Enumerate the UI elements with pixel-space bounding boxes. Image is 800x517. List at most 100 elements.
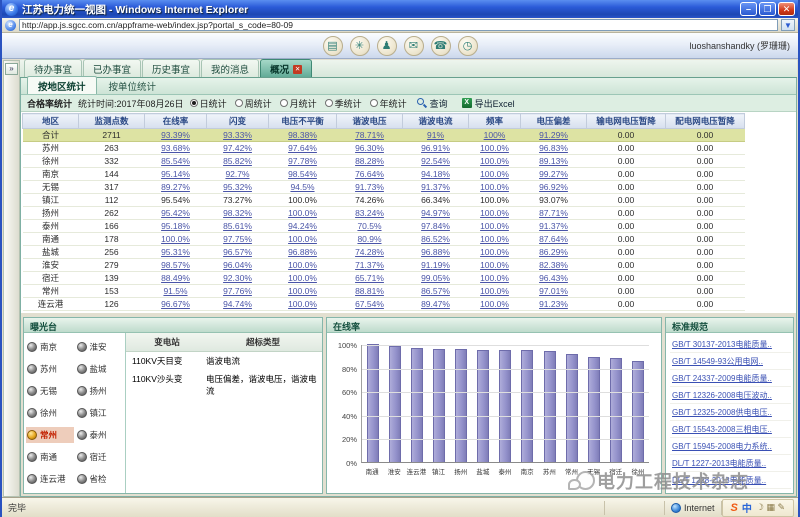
standard-link[interactable]: GB/T 30137-2013电能质量.. (670, 336, 791, 353)
metric-link[interactable]: 98.32% (223, 208, 252, 218)
metric-link[interactable]: 100.0% (480, 156, 509, 166)
metric-link[interactable]: 95.32% (223, 182, 252, 192)
period-radio[interactable]: 月统计 (280, 97, 317, 110)
period-radio[interactable]: 日统计 (190, 97, 227, 110)
metric-link[interactable]: 100.0% (480, 286, 509, 296)
metric-link[interactable]: 89.47% (421, 299, 450, 309)
metric-link[interactable]: 100.0% (288, 260, 317, 270)
column-header[interactable]: 输电网电压暂降 (587, 114, 666, 129)
metric-link[interactable]: 100.0% (480, 260, 509, 270)
metric-link[interactable]: 100.0% (480, 143, 509, 153)
subtab-by-region[interactable]: 按地区统计 (27, 76, 97, 94)
address-dropdown-icon[interactable]: ▼ (781, 19, 795, 31)
metric-link[interactable]: 91% (427, 130, 444, 140)
query-button[interactable]: 查询 (413, 97, 452, 110)
metric-link[interactable]: 86.52% (421, 234, 450, 244)
handshake-icon[interactable]: ✉ (404, 36, 424, 56)
tab-done[interactable]: 已办事宜 (83, 59, 141, 77)
ime-language-toggle[interactable]: 中 (742, 500, 752, 515)
metric-link[interactable]: 83.24% (355, 208, 384, 218)
metric-link[interactable]: 91.5% (163, 286, 187, 296)
city-item[interactable]: 南通 (26, 449, 74, 465)
metric-link[interactable]: 100.0% (288, 208, 317, 218)
period-radio[interactable]: 年统计 (370, 97, 407, 110)
url-input[interactable] (19, 19, 778, 31)
city-item[interactable]: 镇江 (76, 405, 124, 421)
standard-link[interactable]: DL/T 1228-2013电能质量.. (670, 472, 791, 489)
standard-link[interactable]: DL/T 1227-2013电能质量.. (670, 455, 791, 472)
standard-link[interactable]: GB/T 15543-2008三相电压.. (670, 421, 791, 438)
city-item[interactable]: 省检 (76, 471, 124, 487)
sidebar-expand-button[interactable]: » (5, 63, 18, 75)
metric-link[interactable]: 100.0% (480, 273, 509, 283)
metric-link[interactable]: 85.61% (223, 221, 252, 231)
metric-link[interactable]: 97.76% (223, 286, 252, 296)
metric-link[interactable]: 74.28% (355, 247, 384, 257)
metric-link[interactable]: 92.54% (421, 156, 450, 166)
metric-link[interactable]: 94.97% (421, 208, 450, 218)
metric-link[interactable]: 87.64% (539, 234, 568, 244)
metric-link[interactable]: 94.18% (421, 169, 450, 179)
tab-close-icon[interactable]: ✕ (293, 65, 302, 74)
column-header[interactable]: 电压偏差 (521, 114, 587, 129)
period-radio[interactable]: 周统计 (235, 97, 272, 110)
metric-link[interactable]: 85.82% (223, 156, 252, 166)
metric-link[interactable]: 100.0% (161, 234, 190, 244)
column-header[interactable]: 地区 (23, 114, 79, 129)
metric-link[interactable]: 86.29% (539, 247, 568, 257)
metric-link[interactable]: 96.88% (288, 247, 317, 257)
period-radio[interactable]: 季统计 (325, 97, 362, 110)
metric-link[interactable]: 99.05% (421, 273, 450, 283)
metric-link[interactable]: 91.23% (539, 299, 568, 309)
metric-link[interactable]: 91.19% (421, 260, 450, 270)
city-item[interactable]: 南京 (26, 339, 74, 355)
metric-link[interactable]: 96.88% (421, 247, 450, 257)
city-item[interactable]: 常州 (26, 427, 74, 443)
metric-link[interactable]: 88.81% (355, 286, 384, 296)
metric-link[interactable]: 96.30% (355, 143, 384, 153)
metric-link[interactable]: 91.37% (421, 182, 450, 192)
city-item[interactable]: 淮安 (76, 339, 124, 355)
metric-link[interactable]: 89.13% (539, 156, 568, 166)
column-header[interactable]: 在线率 (145, 114, 207, 129)
metric-link[interactable]: 93.33% (223, 130, 252, 140)
metric-link[interactable]: 89.27% (161, 182, 190, 192)
person-icon[interactable]: ♟ (377, 36, 397, 56)
metric-link[interactable]: 95.18% (161, 221, 190, 231)
tab-todo[interactable]: 待办事宜 (24, 59, 82, 77)
sogou-logo-icon[interactable]: S (731, 502, 738, 514)
metric-link[interactable]: 70.5% (357, 221, 381, 231)
column-header[interactable]: 频率 (469, 114, 521, 129)
metric-link[interactable]: 98.38% (288, 130, 317, 140)
column-header[interactable]: 谐波电流 (403, 114, 469, 129)
metric-link[interactable]: 98.54% (288, 169, 317, 179)
column-header[interactable]: 闪变 (207, 114, 269, 129)
metric-link[interactable]: 94.24% (288, 221, 317, 231)
metric-link[interactable]: 85.54% (161, 156, 190, 166)
metric-link[interactable]: 100.0% (288, 234, 317, 244)
metric-link[interactable]: 96.43% (539, 273, 568, 283)
metric-link[interactable]: 76.64% (355, 169, 384, 179)
standard-link[interactable]: GB/T 12325-2008供电电压.. (670, 404, 791, 421)
metric-link[interactable]: 93.39% (161, 130, 190, 140)
subtab-by-unit[interactable]: 按单位统计 (99, 77, 167, 94)
metric-link[interactable]: 100% (484, 130, 506, 140)
metric-link[interactable]: 94.5% (290, 182, 314, 192)
metric-link[interactable]: 97.78% (288, 156, 317, 166)
metric-link[interactable]: 97.42% (223, 143, 252, 153)
metric-link[interactable]: 95.42% (161, 208, 190, 218)
metric-link[interactable]: 92.30% (223, 273, 252, 283)
metric-link[interactable]: 91.73% (355, 182, 384, 192)
metric-link[interactable]: 96.91% (421, 143, 450, 153)
metric-link[interactable]: 96.67% (161, 299, 190, 309)
metric-link[interactable]: 99.27% (539, 169, 568, 179)
metric-link[interactable]: 96.04% (223, 260, 252, 270)
metric-link[interactable]: 87.71% (539, 208, 568, 218)
ime-tool-icons[interactable]: ☽ ▦ ✎ (756, 502, 785, 513)
city-item[interactable]: 盐城 (76, 361, 124, 377)
metric-link[interactable]: 96.92% (539, 182, 568, 192)
metric-link[interactable]: 80.9% (357, 234, 381, 244)
metric-link[interactable]: 100.0% (480, 247, 509, 257)
metric-link[interactable]: 100.0% (480, 208, 509, 218)
tab-overview[interactable]: 概况✕ (260, 59, 312, 77)
